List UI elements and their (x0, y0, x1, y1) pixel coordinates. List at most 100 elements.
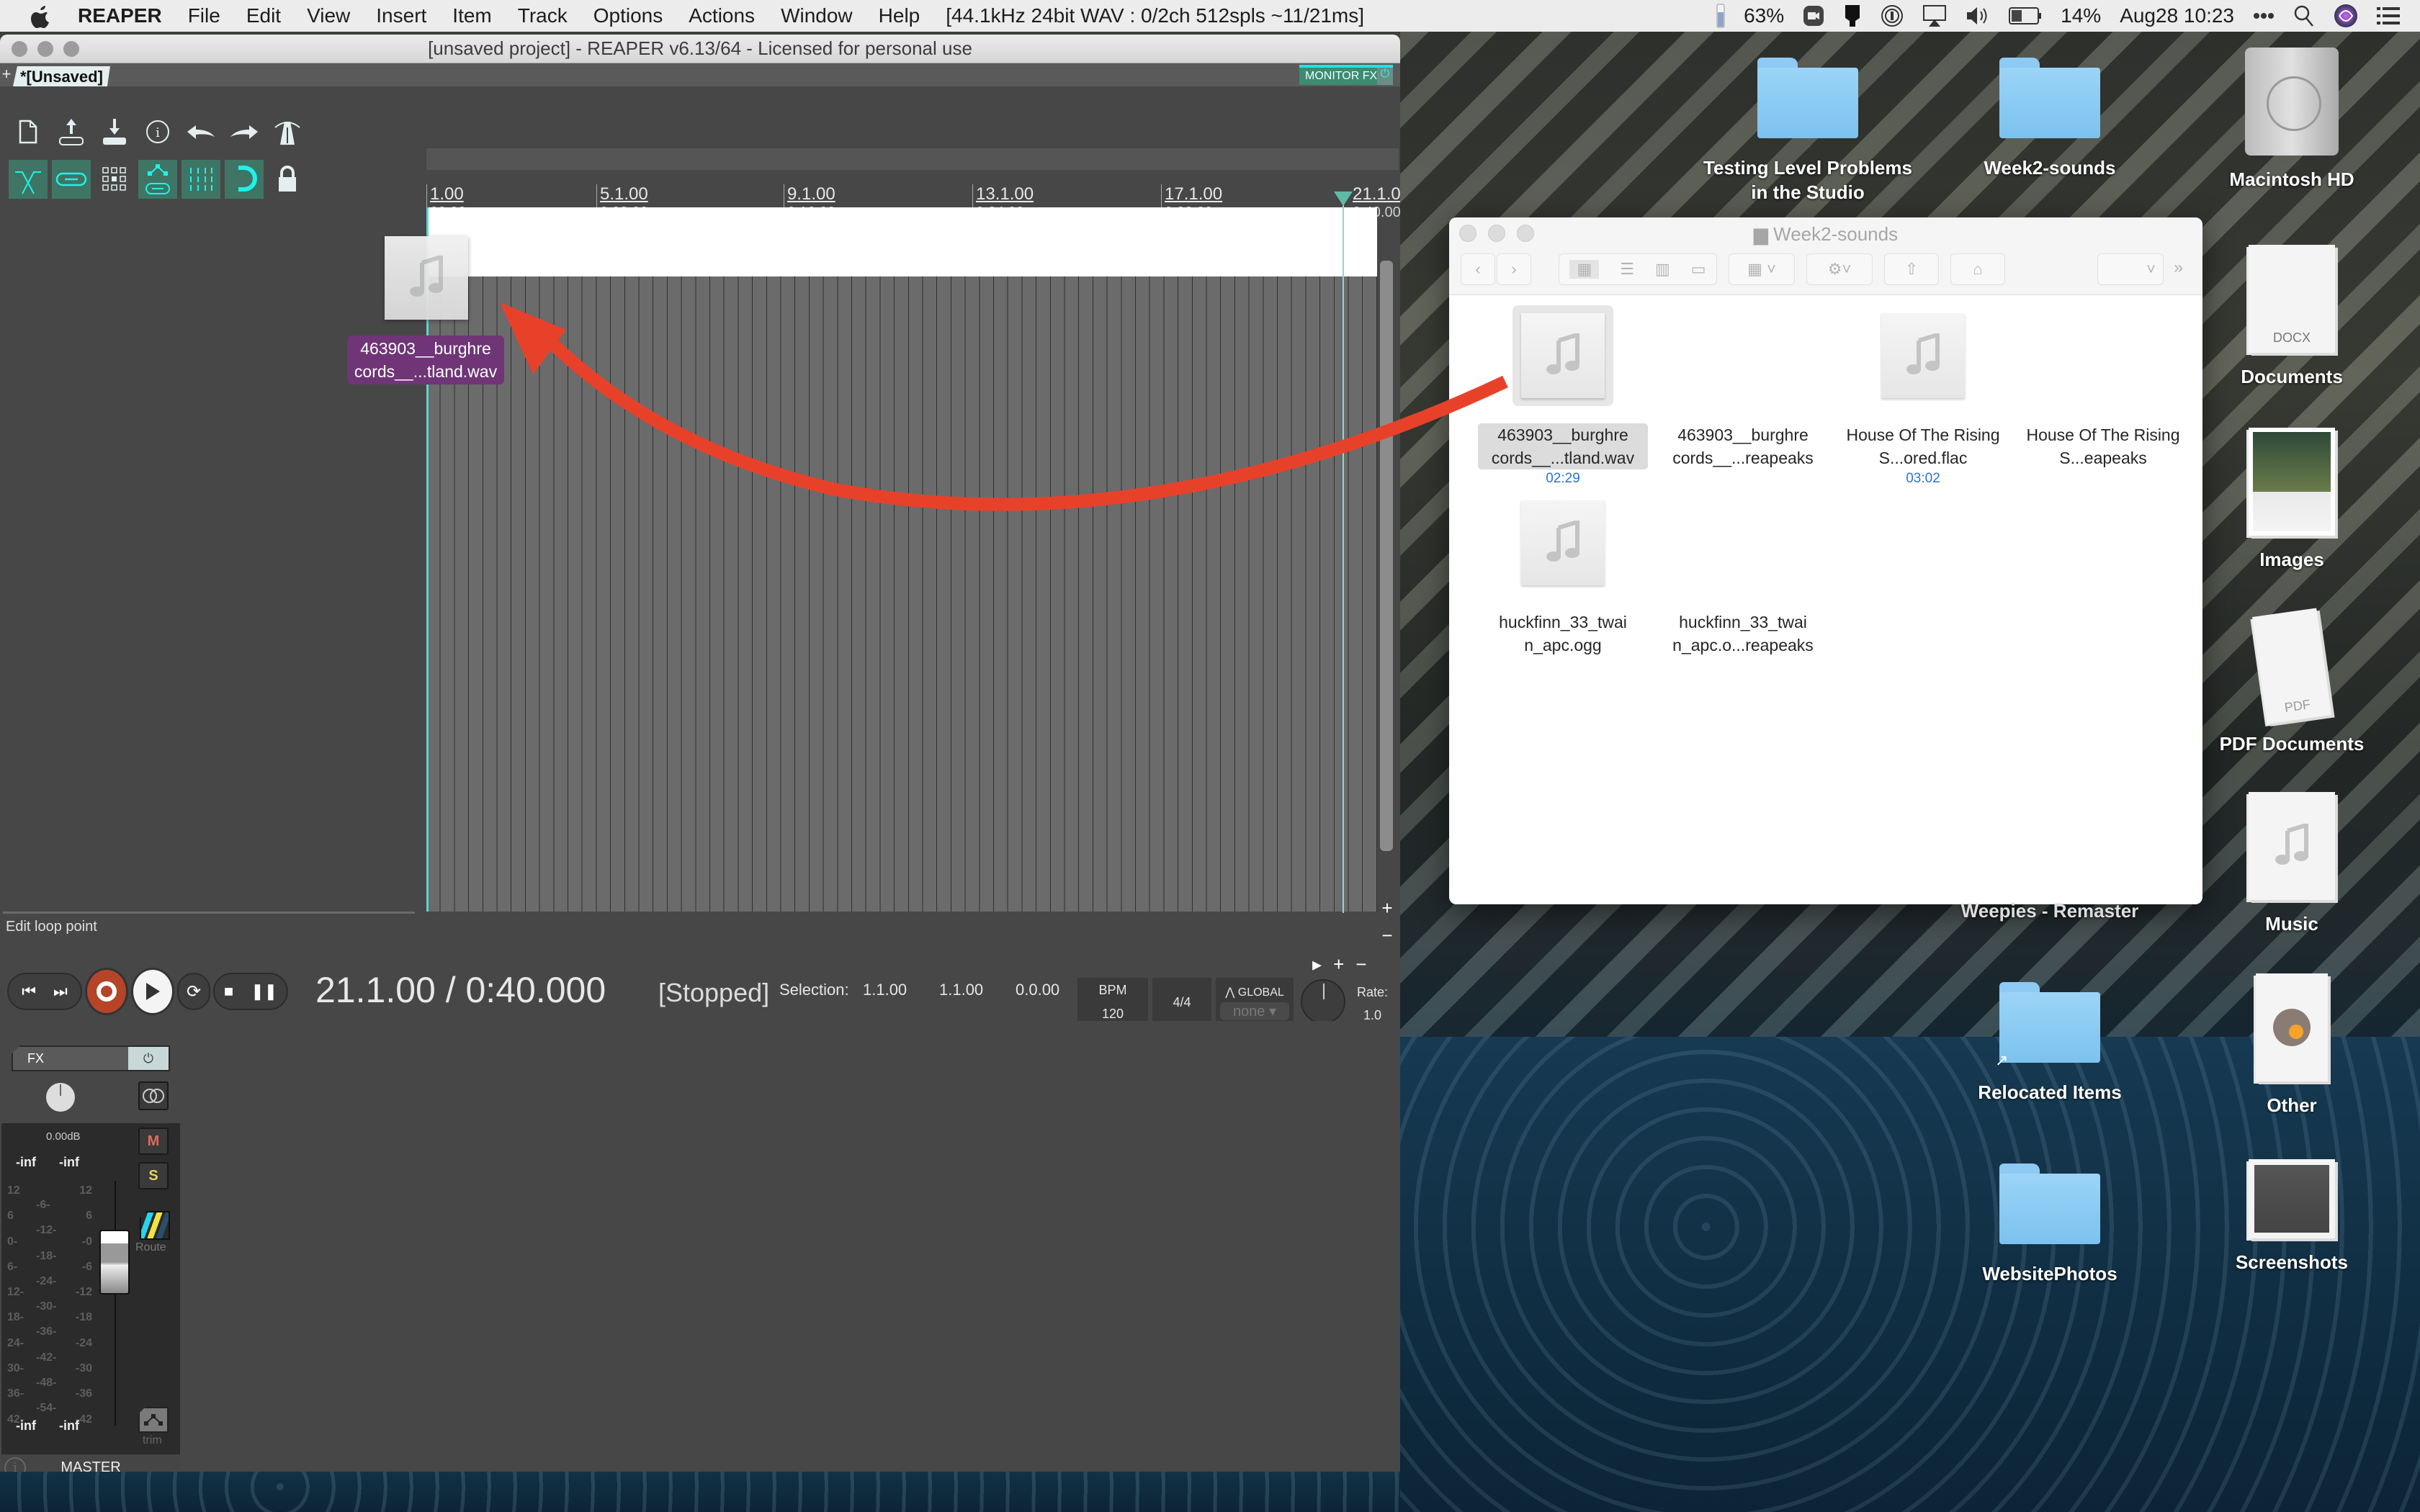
battery-icon[interactable] (2009, 3, 2042, 29)
menu-app-reaper[interactable]: REAPER (78, 4, 162, 27)
drop-target-track-lane[interactable] (426, 207, 1377, 276)
playrate-display[interactable]: Rate: 1.0 (1357, 981, 1388, 1027)
playrate-knob[interactable] (1301, 979, 1345, 1024)
monitor-fx-button[interactable]: MONITOR FX ⏻ (1299, 65, 1393, 85)
list-view-button[interactable]: ☰ (1620, 260, 1634, 279)
project-settings-info-icon[interactable]: i (138, 112, 177, 151)
info-icon[interactable]: i (4, 1457, 26, 1472)
fx-bypass-power-icon[interactable]: ⏻ (128, 1047, 169, 1070)
desktop-icon-images[interactable]: Images (2184, 428, 2400, 572)
vertical-zoom-in-icon[interactable]: + (1380, 894, 1394, 922)
bpm-box[interactable]: BPM 120 (1077, 978, 1148, 1027)
grid-toggle[interactable] (95, 160, 134, 199)
global-automation-mode-dropdown[interactable]: none ▾ (1220, 1002, 1289, 1020)
edit-cursor-handle[interactable] (1334, 192, 1353, 206)
edit-cursor[interactable] (1343, 193, 1344, 913)
envelope-follow-items-toggle[interactable] (138, 160, 177, 199)
master-pan-knob[interactable] (46, 1083, 75, 1112)
volume-fader-track[interactable] (115, 1181, 116, 1426)
time-signature-box[interactable]: 4/4 (1152, 978, 1211, 1027)
undo-icon[interactable] (182, 112, 220, 151)
record-button[interactable] (85, 968, 128, 1015)
siri-icon[interactable] (2334, 3, 2358, 29)
vertical-scrollbar[interactable] (1379, 243, 1394, 891)
tags-button[interactable]: ⌂ (1950, 253, 2005, 285)
open-project-icon[interactable] (52, 112, 91, 151)
selection-start[interactable]: 1.1.00 (863, 981, 907, 999)
flashlight-icon[interactable] (1843, 3, 1862, 29)
mixer-panel[interactable] (0, 1021, 1400, 1439)
gallery-view-button[interactable]: ▭ (1691, 260, 1706, 279)
repeat-toggle-button[interactable]: ⟳ (177, 973, 210, 1010)
back-button[interactable]: ‹ (1461, 253, 1495, 285)
icon-view-button[interactable]: ▦ (1569, 260, 1600, 279)
zoom-app-icon[interactable] (1803, 3, 1824, 29)
volume-icon[interactable] (1966, 3, 1990, 29)
menu-insert[interactable]: Insert (376, 4, 426, 27)
mute-button[interactable]: M (138, 1128, 169, 1155)
desktop-icon-testing-level[interactable]: Testing Level Problems in the Studio (1700, 58, 1916, 204)
desktop-icon-relocated-items[interactable]: ↗ Relocated Items (1942, 982, 2158, 1104)
menu-view[interactable]: View (307, 4, 350, 27)
action-menu-dropdown[interactable]: ⚙ ˅ (1806, 253, 1873, 285)
selection-length[interactable]: 0.0.00 (1016, 981, 1059, 999)
desktop-icon-documents[interactable]: DOCX Documents (2184, 245, 2400, 389)
desktop-icon-week2-sounds[interactable]: Week2-sounds (1942, 58, 2158, 180)
one-password-icon[interactable] (1881, 3, 1904, 29)
column-view-button[interactable]: ▥ (1655, 260, 1670, 279)
notification-center-icon[interactable] (2377, 3, 2400, 29)
master-name-bar[interactable]: i MASTER (1, 1454, 180, 1472)
peak-right[interactable]: -inf (59, 1155, 79, 1170)
new-project-icon[interactable] (9, 112, 48, 151)
menu-edit[interactable]: Edit (246, 4, 281, 27)
menu-item[interactable]: Item (452, 4, 491, 27)
finder-file-item[interactable]: huckfinn_33_twai n_apc.ogg (1478, 492, 1648, 657)
lock-toggle[interactable] (268, 160, 307, 199)
route-button[interactable] (140, 1211, 170, 1240)
desktop-icon-pdf-documents[interactable]: PDF PDF Documents (2184, 608, 2400, 756)
stop-button[interactable]: ■ (215, 982, 242, 1001)
apple-menu-icon[interactable] (27, 3, 53, 29)
metronome-icon[interactable] (268, 112, 307, 151)
desktop-icon-macintosh-hd[interactable]: Macintosh HD (2184, 48, 2400, 192)
menu-track[interactable]: Track (518, 4, 568, 27)
stereo-mono-toggle[interactable] (138, 1081, 169, 1110)
ripple-editing-toggle[interactable] (182, 160, 220, 199)
desktop-icon-screenshots[interactable]: Screenshots (2184, 1159, 2400, 1274)
pause-button[interactable]: ❚❚ (242, 982, 286, 1001)
desktop-icon-music[interactable]: Music (2184, 792, 2400, 936)
bpm-value[interactable]: 120 (1077, 1007, 1148, 1022)
snap-toggle[interactable] (225, 160, 264, 199)
search-scope-dropdown[interactable]: ˅ (2097, 253, 2164, 285)
transport-position[interactable]: 21.1.00 / 0:40.000 (315, 969, 606, 1011)
clock[interactable]: Aug28 10:23 (2120, 4, 2234, 27)
menu-file[interactable]: File (188, 4, 220, 27)
arrange-empty-area[interactable] (426, 276, 1377, 912)
group-by-dropdown[interactable]: ▦ ˅ (1729, 253, 1795, 285)
go-to-start-button[interactable]: ⏮ (13, 982, 45, 1001)
desktop-icon-other[interactable]: Other (2184, 973, 2400, 1117)
arrange-view[interactable]: 1.0000.00 5.1.000:08.00 9.1.000:16.00 13… (426, 135, 1400, 975)
monitor-fx-power-icon[interactable]: ⏻ (1377, 68, 1393, 85)
battery-level-icon[interactable] (1716, 3, 1725, 29)
airplay-icon[interactable] (1922, 3, 1947, 29)
volume-fader-handle[interactable] (99, 1230, 130, 1295)
master-fx-button[interactable]: FX ⏻ (12, 1045, 170, 1071)
selection-end[interactable]: 1.1.00 (939, 981, 983, 999)
more-icon[interactable] (2253, 3, 2275, 29)
finder-file-item[interactable]: House Of The Rising S...eapeaks (2018, 305, 2188, 469)
forward-button[interactable]: › (1497, 253, 1531, 285)
audio-device-status[interactable]: [44.1kHz 24bit WAV : 0/2ch 512spls ~11/2… (946, 4, 1364, 27)
vertical-scrollbar-thumb[interactable] (1380, 261, 1393, 851)
desktop-icon-weepies[interactable]: Weepies - Remaster (1942, 899, 2158, 923)
project-tab-unsaved[interactable]: *[Unsaved] (13, 66, 110, 86)
redo-icon[interactable] (225, 112, 264, 151)
menu-window[interactable]: Window (781, 4, 853, 27)
auto-crossfade-toggle[interactable] (9, 160, 48, 199)
solo-button[interactable]: S (138, 1162, 169, 1189)
peak-left[interactable]: -inf (16, 1155, 36, 1170)
new-project-tab-button[interactable]: + (0, 65, 13, 84)
time-signature-value[interactable]: 4/4 (1152, 995, 1211, 1010)
region-marker-lane[interactable] (426, 148, 1399, 170)
master-volume-readout[interactable]: 0.00dB (46, 1130, 81, 1143)
